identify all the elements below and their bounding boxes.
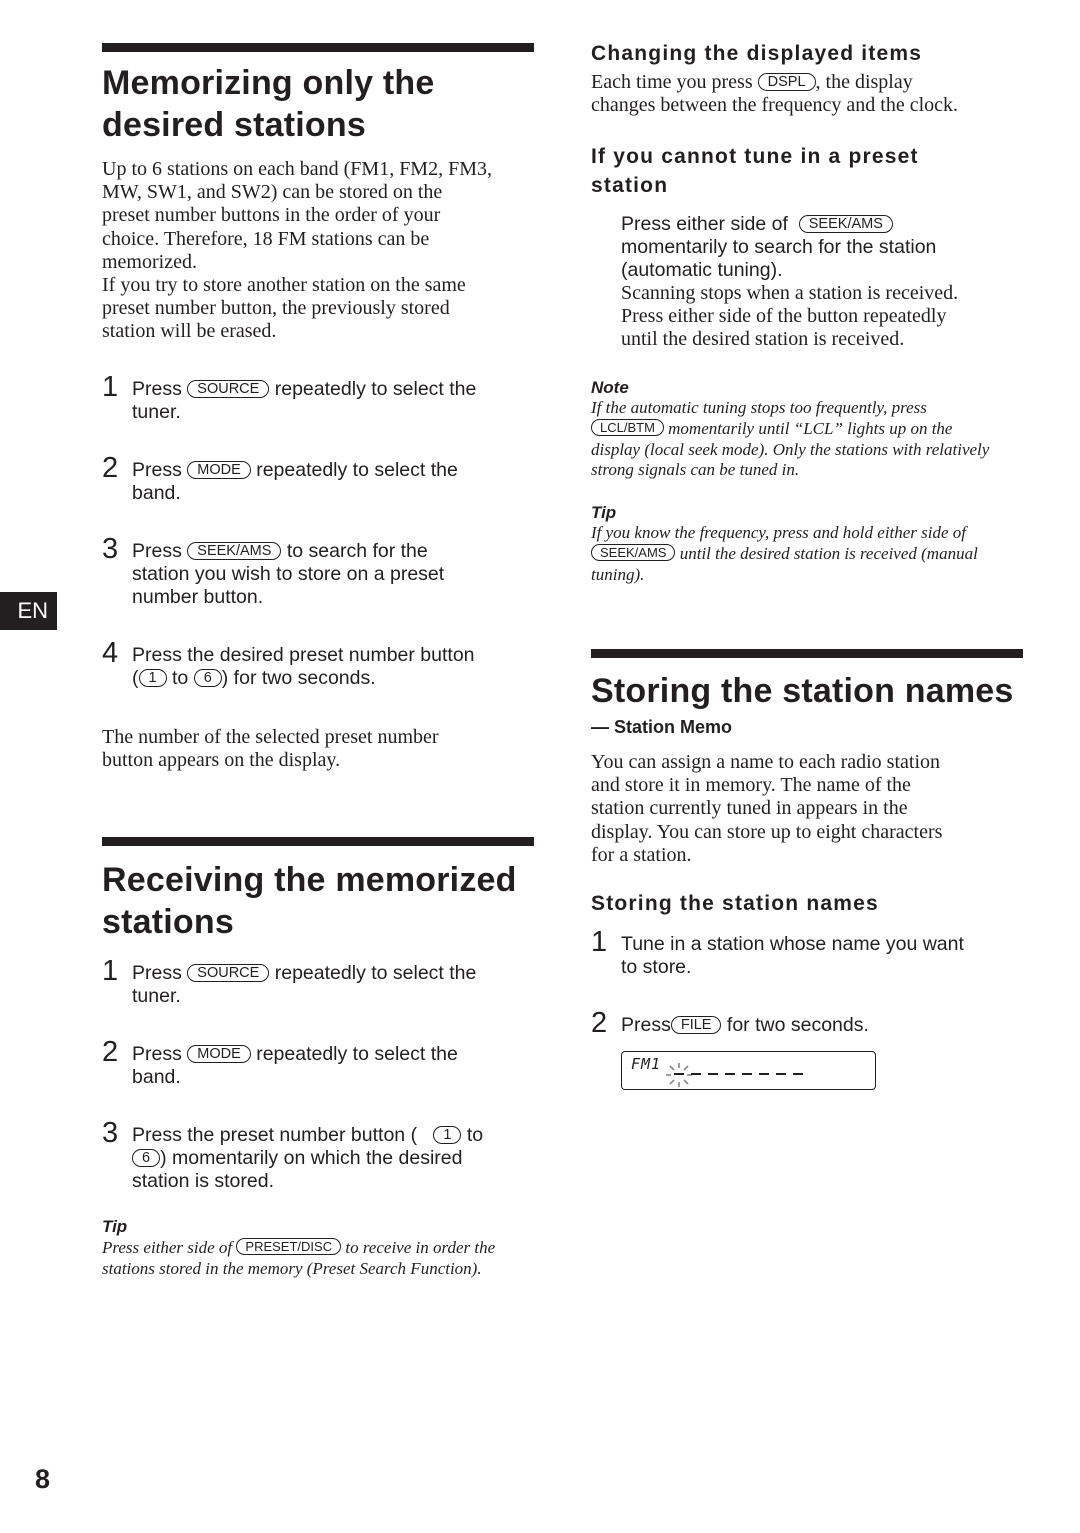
cannot-tune-preset: If you cannot tune in a preset station P… — [591, 142, 1031, 352]
lcd-name-slots — [674, 1073, 803, 1075]
dspl-key: DSPL — [757, 73, 816, 91]
storing-step-2: 2 Press FILE for two seconds. — [591, 1007, 869, 1039]
preset-6-key: 6 — [132, 1149, 161, 1167]
section-receiving: Receiving the memorized stations — [102, 837, 534, 943]
section-rule — [102, 837, 534, 846]
memorizing-step-3: 3 Press SEEK/AMS to search for the stati… — [102, 533, 445, 608]
lcd-char-slot — [691, 1073, 701, 1075]
tip-heading: Tip — [102, 1217, 128, 1236]
subsection-heading: Storing the station names — [591, 892, 879, 915]
lcd-display-illustration: FM1 — [591, 1051, 891, 1093]
preset-6-key: 6 — [193, 669, 222, 687]
source-key: SOURCE — [187, 380, 270, 398]
source-key: SOURCE — [187, 964, 270, 982]
memorizing-step-1: 1 Press SOURCE repeatedly to select the … — [102, 371, 477, 423]
subsection-heading: If you cannot tune in a preset — [591, 145, 919, 168]
file-key: FILE — [670, 1016, 722, 1034]
receiving-step-3: 3 Press the preset number button ( 1 to … — [102, 1117, 484, 1192]
section-rule — [102, 43, 534, 52]
memorizing-outro: The number of the selected preset number… — [102, 726, 439, 772]
lcd-char-slot — [759, 1073, 769, 1075]
tip-heading: Tip — [591, 503, 617, 522]
receiving-step-1: 1 Press SOURCE repeatedly to select the … — [102, 955, 477, 1007]
seek-ams-key: SEEK/AMS — [591, 543, 676, 561]
mode-key: MODE — [187, 461, 251, 479]
receiving-step-2: 2 Press MODE repeatedly to select the ba… — [102, 1036, 458, 1088]
lcd-display: FM1 — [621, 1051, 876, 1090]
storing-intro: You can assign a name to each radio stat… — [591, 751, 943, 866]
lcd-char-slot — [776, 1073, 786, 1075]
note-block: Note If the automatic tuning stops too f… — [591, 378, 1031, 481]
lcd-band-label: FM1 — [631, 1055, 662, 1073]
lcl-btm-key: LCL/BTM — [591, 418, 664, 436]
seek-ams-key: SEEK/AMS — [798, 215, 893, 233]
section-title: Memorizing only the desired stations — [102, 64, 435, 144]
section-storing: Storing the station names — Station Memo — [591, 649, 1023, 739]
seek-ams-key: SEEK/AMS — [187, 542, 282, 560]
section-rule — [591, 649, 1023, 658]
mode-key: MODE — [187, 1045, 251, 1063]
storing-step-1: 1 Tune in a station whose name you want … — [591, 926, 964, 978]
preset-1-key: 1 — [138, 669, 167, 687]
lcd-char-slot — [708, 1073, 718, 1075]
subsection-heading: Changing the displayed items — [591, 42, 923, 65]
note-heading: Note — [591, 378, 629, 397]
blinking-cursor-icon — [666, 1063, 692, 1087]
receiving-tip: Tip Press either side of PRESET/DISC to … — [102, 1217, 542, 1280]
section-subtitle: — Station Memo — [591, 717, 733, 737]
section-title: Storing the station names — [591, 672, 1014, 710]
section-memorizing: Memorizing only the desired stations — [102, 43, 534, 146]
lcd-char-slot — [674, 1073, 684, 1075]
lcd-char-slot — [742, 1073, 752, 1075]
lcd-char-slot — [725, 1073, 735, 1075]
preset-disc-key: PRESET/DISC — [236, 1238, 342, 1255]
page-number: 8 — [35, 1464, 51, 1494]
memorizing-step-4: 4 Press the desired preset number button… — [102, 637, 475, 689]
language-tab: EN — [0, 592, 57, 630]
lcd-char-slot — [793, 1073, 803, 1075]
preset-1-key: 1 — [433, 1126, 462, 1144]
memorizing-step-2: 2 Press MODE repeatedly to select the ba… — [102, 452, 458, 504]
section-title: Receiving the memorized stations — [102, 861, 517, 941]
memorizing-intro: Up to 6 stations on each band (FM1, FM2,… — [102, 158, 492, 343]
changing-displayed-items: Changing the displayed items Each time y… — [591, 39, 1031, 117]
tip-block: Tip If you know the frequency, press and… — [591, 503, 1031, 585]
